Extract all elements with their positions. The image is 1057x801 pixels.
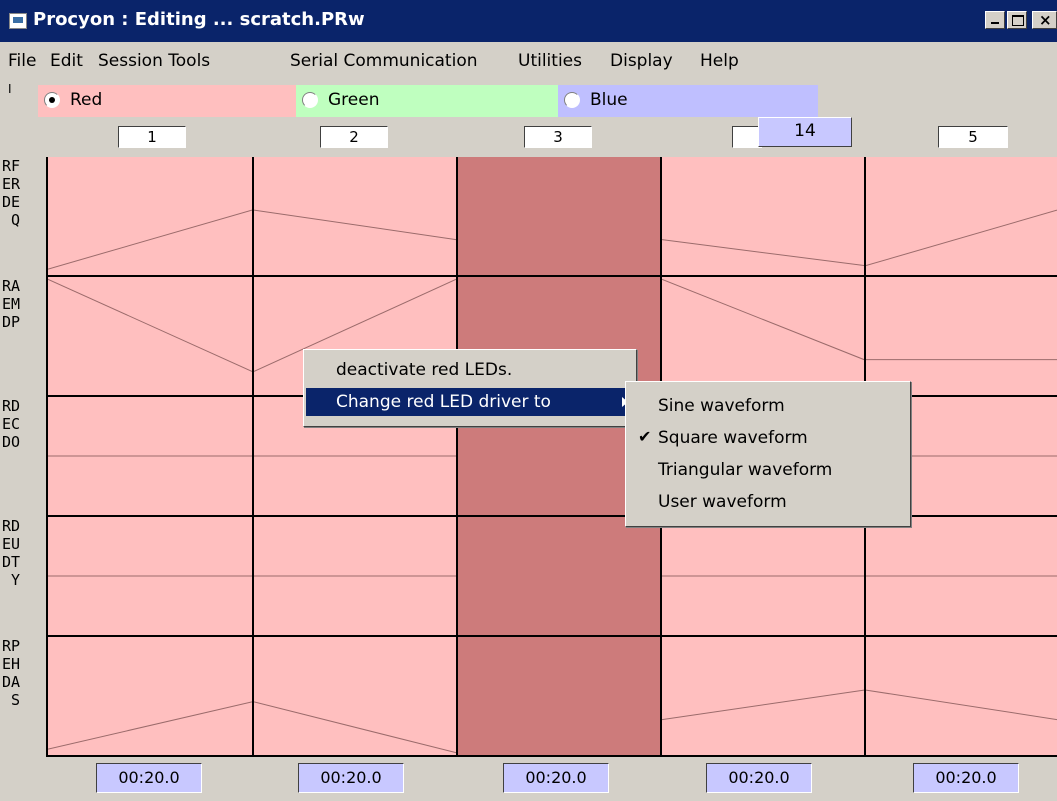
menu-file[interactable]: File	[8, 51, 36, 71]
sine-waveform-label: Sine waveform	[658, 396, 785, 416]
column-number-3[interactable]: 3	[524, 126, 592, 148]
channel-red-label: Red	[70, 90, 103, 110]
row-label-3: RD EC DO	[0, 397, 46, 515]
toolbar-marker: I	[8, 82, 12, 96]
grid-divider	[46, 157, 48, 757]
waveform-cell[interactable]	[662, 517, 864, 635]
waveform-cell[interactable]	[662, 277, 864, 395]
column-header: 1 2 3 5 14	[0, 117, 1057, 157]
waveform-trace	[48, 278, 252, 372]
waveform-trace	[48, 575, 252, 577]
triangular-waveform-item[interactable]: Triangular waveform	[628, 456, 908, 484]
waveform-trace	[662, 239, 864, 267]
waveform-cell[interactable]	[866, 277, 1057, 395]
grid-divider	[46, 275, 1057, 277]
channel-blue-label: Blue	[590, 90, 628, 110]
waveform-trace	[866, 575, 1057, 577]
waveform-cell[interactable]	[662, 157, 864, 275]
menu-serial-communication[interactable]: Serial Communication	[290, 51, 478, 71]
close-icon: ×	[1039, 11, 1052, 29]
waveform-cell[interactable]	[458, 157, 660, 275]
time-field-2[interactable]: 00:20.0	[298, 763, 404, 793]
maximize-icon	[1012, 15, 1024, 26]
waveform-cell[interactable]	[254, 517, 456, 635]
menu-utilities[interactable]: Utilities	[518, 51, 582, 71]
change-red-led-driver-item[interactable]: Change red LED driver to	[306, 388, 634, 416]
time-row: 00:20.0 00:20.0 00:20.0 00:20.0 00:20.0	[0, 757, 1057, 801]
column-number-edit-field[interactable]: 14	[758, 117, 852, 147]
waveform-trace	[48, 209, 252, 270]
menu-edit[interactable]: Edit	[50, 51, 83, 71]
deactivate-red-leds-item[interactable]: deactivate red LEDs.	[306, 356, 634, 384]
channel-green[interactable]: Green	[296, 85, 558, 117]
triangular-waveform-label: Triangular waveform	[658, 460, 833, 480]
waveform-trace	[662, 575, 864, 577]
waveform-trace	[254, 209, 456, 241]
menu-session-tools[interactable]: Session Tools	[98, 51, 210, 71]
waveform-trace	[48, 701, 252, 750]
row-label-1: RF ER DE Q	[0, 157, 46, 275]
waveform-cell[interactable]	[48, 517, 252, 635]
menu-bar: File Edit Session Tools Serial Communica…	[0, 42, 1057, 82]
time-field-4[interactable]: 00:20.0	[706, 763, 812, 793]
waveform-cell[interactable]	[48, 637, 252, 755]
waveform-cell[interactable]	[254, 637, 456, 755]
sine-waveform-item[interactable]: Sine waveform	[628, 392, 908, 420]
minimize-icon	[991, 22, 999, 24]
waveform-cell[interactable]	[662, 637, 864, 755]
title-bar: Procyon : Editing ... scratch.PRw ×	[0, 0, 1057, 42]
time-field-3[interactable]: 00:20.0	[503, 763, 609, 793]
time-field-1[interactable]: 00:20.0	[96, 763, 202, 793]
checkmark-icon: ✔	[638, 427, 652, 446]
row-label-5: RP EH DA S	[0, 637, 46, 755]
waveform-cell[interactable]	[48, 397, 252, 515]
change-red-led-driver-label: Change red LED driver to	[336, 392, 551, 412]
waveform-trace	[254, 575, 456, 577]
waveform-trace	[254, 701, 456, 754]
waveform-cell[interactable]	[866, 517, 1057, 635]
deactivate-red-leds-label: deactivate red LEDs.	[336, 360, 513, 380]
waveform-trace	[662, 278, 864, 361]
waveform-cell[interactable]	[48, 157, 252, 275]
radio-green[interactable]	[302, 92, 318, 108]
minimize-button[interactable]	[985, 11, 1005, 29]
waveform-trace	[662, 689, 864, 721]
waveform-cell[interactable]	[48, 277, 252, 395]
column-number-1[interactable]: 1	[118, 126, 186, 148]
menu-display[interactable]: Display	[610, 51, 673, 71]
radio-red[interactable]	[44, 92, 60, 108]
close-button[interactable]: ×	[1032, 11, 1057, 29]
channel-red[interactable]: Red	[38, 85, 296, 117]
waveform-cell[interactable]	[254, 157, 456, 275]
waveform-submenu: Sine waveform ✔ Square waveform Triangul…	[625, 381, 911, 527]
grid-divider	[456, 157, 458, 757]
waveform-trace	[866, 359, 1057, 361]
time-field-5[interactable]: 00:20.0	[913, 763, 1019, 793]
radio-blue[interactable]	[564, 92, 580, 108]
column-number-5[interactable]: 5	[938, 126, 1008, 148]
row-label-2: RA EM DP	[0, 277, 46, 395]
menu-help[interactable]: Help	[700, 51, 739, 71]
waveform-trace	[48, 455, 252, 457]
column-number-2[interactable]: 2	[320, 126, 388, 148]
app-icon[interactable]	[9, 13, 27, 29]
maximize-button[interactable]	[1007, 11, 1027, 29]
grid-divider	[252, 157, 254, 757]
waveform-trace	[866, 209, 1057, 267]
channel-blue[interactable]: Blue	[558, 85, 818, 117]
square-waveform-item[interactable]: ✔ Square waveform	[628, 424, 908, 452]
channel-green-label: Green	[328, 90, 380, 110]
waveform-cell[interactable]	[458, 517, 660, 635]
waveform-cell[interactable]	[866, 157, 1057, 275]
waveform-trace	[866, 689, 1057, 721]
user-waveform-item[interactable]: User waveform	[628, 488, 908, 516]
row-label-4: RD EU DT Y	[0, 517, 46, 635]
window-title: Procyon : Editing ... scratch.PRw	[33, 9, 365, 30]
waveform-cell[interactable]	[866, 637, 1057, 755]
square-waveform-label: Square waveform	[658, 428, 808, 448]
user-waveform-label: User waveform	[658, 492, 787, 512]
waveform-cell[interactable]	[458, 637, 660, 755]
grid-divider	[46, 635, 1057, 637]
context-menu: deactivate red LEDs. Change red LED driv…	[303, 349, 637, 427]
